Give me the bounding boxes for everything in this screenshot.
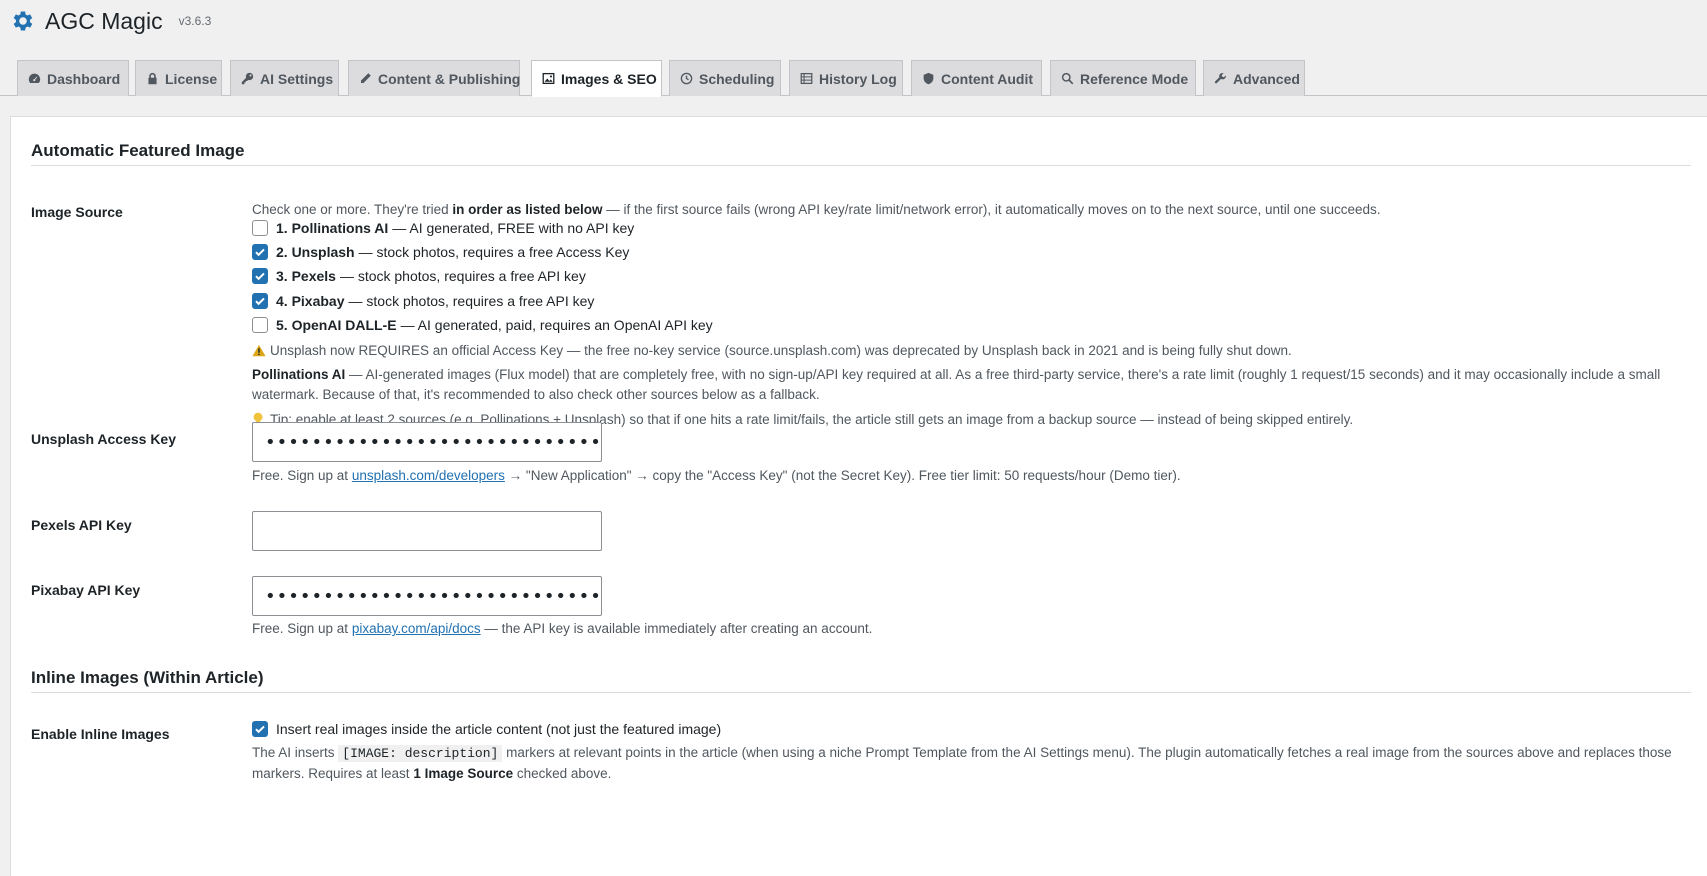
tab-label: Reference Mode (1080, 70, 1189, 87)
option-desc: — AI generated, FREE with no API key (392, 220, 635, 236)
tab-dashboard[interactable]: Dashboard (17, 60, 129, 96)
pencil-icon (359, 72, 372, 85)
checkmark-icon (255, 248, 265, 257)
unsplash-warning: Unsplash now REQUIRES an official Access… (252, 341, 1692, 363)
enable-inline-option[interactable]: Insert real images inside the article co… (252, 719, 721, 739)
warning-icon (252, 343, 266, 363)
tab-scheduling[interactable]: Scheduling (669, 60, 781, 96)
help-text: Free. Sign up at (252, 621, 352, 636)
section-divider (31, 165, 1691, 166)
checkbox[interactable] (252, 317, 268, 333)
tab-images-seo[interactable]: Images & SEO (531, 60, 662, 97)
app-title: AGC Magic (45, 7, 163, 34)
desc-text: The AI inserts (252, 745, 339, 760)
option-name: 4. Pixabay (276, 293, 345, 309)
lock-icon (146, 72, 159, 85)
unsplash-help: Free. Sign up at unsplash.com/developers… (252, 468, 1181, 483)
wrench-icon (1214, 72, 1227, 85)
tab-advanced[interactable]: Advanced (1203, 60, 1305, 96)
shield-icon (922, 72, 935, 85)
clock-icon (680, 72, 693, 85)
tab-reference-mode[interactable]: Reference Mode (1050, 60, 1196, 96)
checkmark-icon (255, 725, 265, 734)
desc-text-end: checked above. (513, 766, 612, 781)
unsplash-key-input[interactable]: ••••••••••••••••••••••••••••••••••••••••… (252, 422, 602, 462)
checkbox[interactable] (252, 721, 268, 737)
checkmark-icon (255, 297, 265, 306)
plugin-header: AGC Magic v3.6.3 (10, 6, 211, 36)
pixabay-help: Free. Sign up at pixabay.com/api/docs — … (252, 621, 872, 636)
help-text-end: → "New Application" → copy the "Access K… (504, 468, 1181, 483)
tab-label: Advanced (1233, 70, 1300, 87)
pixabay-key-input[interactable]: •••••••••••••••••••••••••••••••••• (252, 576, 602, 616)
tab-label: AI Settings (260, 70, 334, 87)
source-option-openai[interactable]: 5. OpenAI DALL-E — AI generated, paid, r… (252, 315, 713, 335)
tab-content-publishing[interactable]: Content & Publishing (348, 60, 520, 96)
checkbox[interactable] (252, 244, 268, 260)
intro-text-end: — if the first source fails (wrong API k… (602, 202, 1381, 217)
intro-text: Check one or more. They're tried (252, 202, 453, 217)
unsplash-developers-link[interactable]: unsplash.com/developers (352, 468, 505, 483)
settings-panel: Automatic Featured Image Image Source Ch… (10, 116, 1707, 876)
option-name: 3. Pexels (276, 268, 336, 284)
option-desc: — stock photos, requires a free Access K… (358, 244, 630, 260)
gear-icon (10, 8, 36, 34)
unsplash-key-label: Unsplash Access Key (31, 431, 176, 447)
option-desc: — AI generated, paid, requires an OpenAI… (400, 317, 713, 333)
checkbox[interactable] (252, 293, 268, 309)
source-option-pexels[interactable]: 3. Pexels — stock photos, requires a fre… (252, 266, 586, 286)
warning-text: Unsplash now REQUIRES an official Access… (270, 343, 1292, 358)
pexels-key-input[interactable] (252, 511, 602, 551)
enable-inline-label: Enable Inline Images (31, 726, 170, 742)
help-text-end: — the API key is available immediately a… (480, 621, 873, 636)
list-icon (800, 72, 813, 85)
section-divider (31, 692, 1691, 693)
pixabay-key-label: Pixabay API Key (31, 582, 141, 598)
tab-ai-settings[interactable]: AI Settings (230, 60, 339, 96)
tab-history-log[interactable]: History Log (789, 60, 903, 96)
tab-label: History Log (819, 70, 897, 87)
desc-bold: 1 Image Source (413, 766, 514, 781)
option-name: 1. Pollinations AI (276, 220, 389, 236)
tab-content-audit[interactable]: Content Audit (911, 60, 1042, 96)
help-text: Free. Sign up at (252, 468, 352, 483)
tab-label: Dashboard (47, 70, 121, 87)
tab-label: Content Audit (941, 70, 1034, 87)
inline-description: The AI inserts [IMAGE: description] mark… (252, 743, 1682, 784)
tab-label: Images & SEO (561, 70, 657, 87)
image-icon (542, 72, 555, 85)
settings-tabs: Dashboard License AI Settings Content & … (0, 60, 1707, 97)
option-name: 2. Unsplash (276, 244, 355, 260)
source-option-unsplash[interactable]: 2. Unsplash — stock photos, requires a f… (252, 242, 629, 262)
source-option-pixabay[interactable]: 4. Pixabay — stock photos, requires a fr… (252, 291, 594, 311)
section-heading-inline: Inline Images (Within Article) (31, 668, 264, 687)
option-name: 5. OpenAI DALL-E (276, 317, 397, 333)
pollinations-text: — AI-generated images (Flux model) that … (252, 367, 1661, 402)
tab-license[interactable]: License (135, 60, 222, 96)
option-desc: — stock photos, requires a free API key (348, 293, 595, 309)
dashboard-icon (28, 72, 41, 85)
pexels-key-label: Pexels API Key (31, 517, 132, 533)
image-source-label: Image Source (31, 204, 123, 220)
pollinations-bold: Pollinations AI (252, 367, 346, 382)
checkbox[interactable] (252, 220, 268, 236)
section-heading-featured: Automatic Featured Image (31, 141, 245, 160)
pollinations-note: Pollinations AI — AI-generated images (F… (252, 365, 1682, 405)
option-desc: Insert real images inside the article co… (276, 721, 722, 737)
image-source-intro: Check one or more. They're tried in orde… (252, 200, 1692, 219)
source-option-pollinations[interactable]: 1. Pollinations AI — AI generated, FREE … (252, 218, 634, 238)
key-icon (241, 72, 254, 85)
option-desc: — stock photos, requires a free API key (339, 268, 586, 284)
tab-label: Content & Publishing (378, 70, 521, 87)
tab-label: License (165, 70, 218, 87)
pixabay-docs-link[interactable]: pixabay.com/api/docs (352, 621, 481, 636)
tab-label: Scheduling (699, 70, 775, 87)
version-badge: v3.6.3 (178, 14, 212, 28)
intro-bold: in order as listed below (452, 202, 603, 217)
search-icon (1061, 72, 1074, 85)
image-marker-code: [IMAGE: description] (338, 745, 503, 762)
checkbox[interactable] (252, 268, 268, 284)
checkmark-icon (255, 272, 265, 281)
